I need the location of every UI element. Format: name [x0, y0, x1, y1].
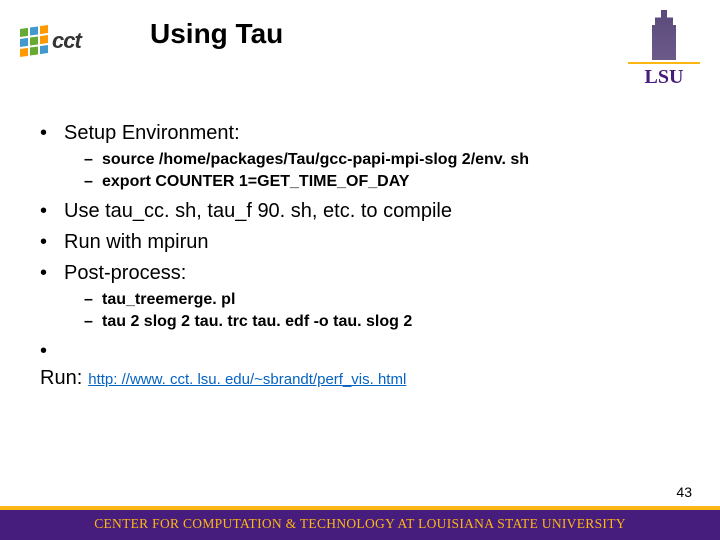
lsu-tower-icon — [649, 10, 679, 60]
footer-text: CENTER FOR COMPUTATION & TECHNOLOGY AT L… — [0, 510, 720, 540]
bullet-compile: Use tau_cc. sh, tau_f 90. sh, etc. to co… — [40, 198, 680, 225]
cct-squares-icon — [20, 25, 48, 57]
bullet-text: Use tau_cc. sh, tau_f 90. sh, etc. to co… — [64, 200, 452, 222]
bullet-run: Run: http: //www. cct. lsu. edu/~sbrandt… — [40, 338, 680, 392]
sub-bullet: tau 2 slog 2 tau. trc tau. edf -o tau. s… — [84, 311, 680, 333]
lsu-bar-icon — [628, 62, 700, 64]
sub-text: source /home/packages/Tau/gcc-papi-mpi-s… — [102, 151, 529, 168]
lsu-logo: LSU — [628, 10, 700, 89]
sub-text: tau_treemerge. pl — [102, 291, 235, 308]
sub-bullet: tau_treemerge. pl — [84, 289, 680, 311]
bullet-setup: Setup Environment: source /home/packages… — [40, 120, 680, 192]
slide-title: Using Tau — [150, 18, 628, 50]
bullet-mpirun: Run with mpirun — [40, 229, 680, 256]
bullet-text: Setup Environment: — [64, 122, 240, 144]
cct-logo-text: cct — [52, 28, 81, 54]
run-link[interactable]: http: //www. cct. lsu. edu/~sbrandt/perf… — [88, 370, 406, 390]
sub-bullet: export COUNTER 1=GET_TIME_OF_DAY — [84, 171, 680, 193]
page-number: 43 — [676, 484, 692, 500]
cct-logo: cct — [20, 16, 120, 66]
lsu-logo-text: LSU — [628, 66, 700, 89]
sub-text: export COUNTER 1=GET_TIME_OF_DAY — [102, 173, 409, 190]
sub-text: tau 2 slog 2 tau. trc tau. edf -o tau. s… — [102, 313, 412, 330]
slide-footer: CENTER FOR COMPUTATION & TECHNOLOGY AT L… — [0, 506, 720, 540]
bullet-text: Run: — [40, 365, 82, 392]
sub-bullet: source /home/packages/Tau/gcc-papi-mpi-s… — [84, 149, 680, 171]
bullet-text: Post-process: — [64, 262, 186, 284]
slide-header: cct Using Tau LSU — [0, 0, 720, 90]
bullet-postprocess: Post-process: tau_treemerge. pl tau 2 sl… — [40, 260, 680, 332]
slide-content: Setup Environment: source /home/packages… — [0, 90, 720, 392]
bullet-text: Run with mpirun — [64, 231, 209, 253]
